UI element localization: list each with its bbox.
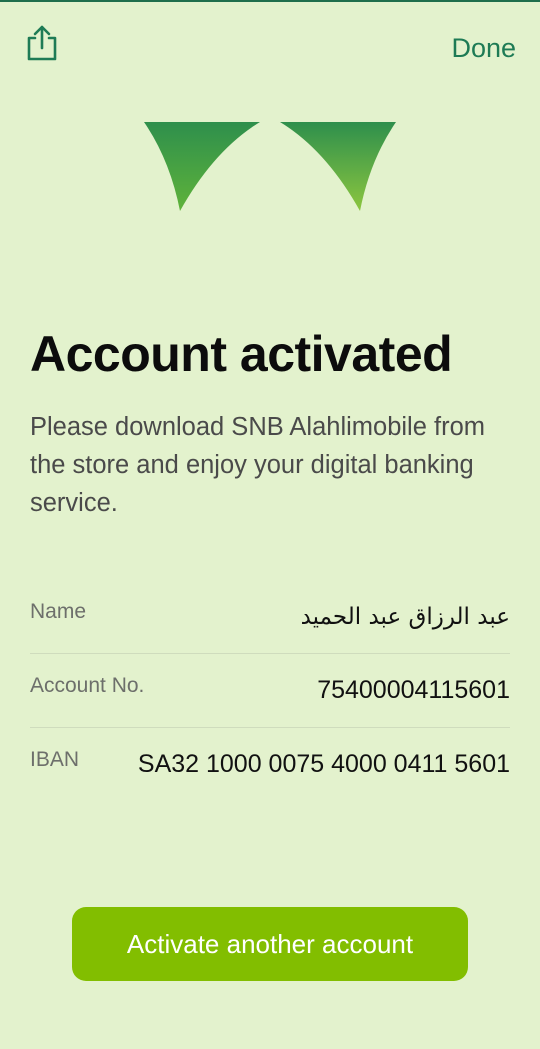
account-number-value: 75400004115601 (317, 676, 510, 704)
account-number-label: Account No. (30, 674, 145, 697)
iban-value: SA32 1000 0075 4000 0411 5601 (137, 750, 510, 778)
share-button[interactable] (22, 24, 62, 66)
iban-label: IBAN (30, 748, 80, 771)
top-divider (0, 0, 540, 2)
detail-row-name: Name عبد الرزاق عبد الحميد (30, 580, 510, 654)
snb-logo-icon (142, 120, 398, 214)
share-icon (25, 24, 59, 67)
activate-another-account-button[interactable]: Activate another account (72, 907, 468, 981)
detail-row-account-number: Account No. 75400004115601 (30, 654, 510, 728)
account-details: Name عبد الرزاق عبد الحميد Account No. 7… (30, 580, 510, 801)
done-button[interactable]: Done (451, 32, 516, 64)
detail-row-iban: IBAN SA32 1000 0075 4000 0411 5601 (30, 728, 510, 801)
name-value: عبد الرزاق عبد الحميد (300, 604, 510, 630)
page-title: Account activated (30, 326, 453, 382)
name-label: Name (30, 600, 87, 623)
instructions-text: Please download SNB Alahlimobile from th… (30, 413, 485, 517)
